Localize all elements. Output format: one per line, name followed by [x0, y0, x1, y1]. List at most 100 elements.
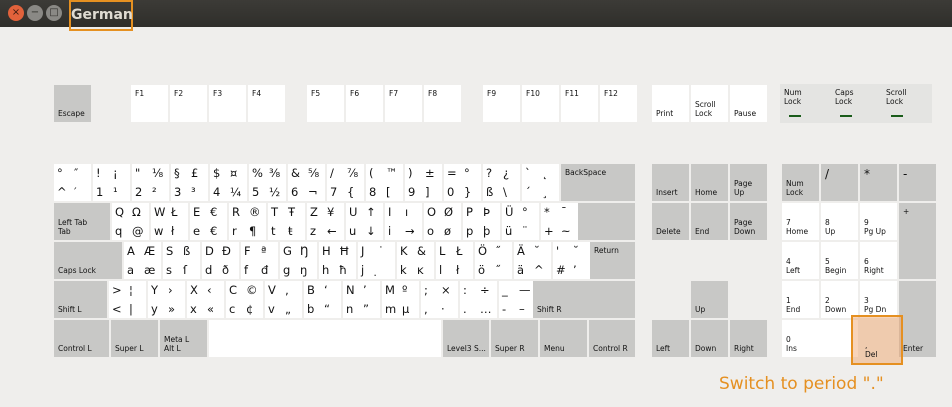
key-kp0[interactable]: 0 Ins [782, 320, 858, 357]
key-f11[interactable]: F11 [561, 85, 598, 122]
key-g[interactable]: GŊgŋ [280, 242, 317, 279]
key-0[interactable]: = ° 0} [444, 164, 481, 201]
key-kp-add[interactable]: + [899, 203, 936, 279]
key-kp3[interactable]: 3 Pg Dn [860, 281, 897, 318]
key-s[interactable]: Sßsſ [163, 242, 200, 279]
key-lt[interactable]: > ¦ < | [109, 281, 146, 318]
key-super-left[interactable]: Super L [111, 320, 158, 357]
key-caps-lock[interactable]: Caps Lock [54, 242, 122, 279]
key-kp7[interactable]: 7 Home [782, 203, 819, 240]
key-right[interactable]: Right [730, 320, 767, 357]
key-n[interactable]: N ’ n ” [343, 281, 380, 318]
key-t[interactable]: TŦtŧ [268, 203, 305, 240]
key-plus[interactable]: * ¯ + ~ [541, 203, 578, 240]
key-f5[interactable]: F5 [307, 85, 344, 122]
key-f12[interactable]: F12 [600, 85, 637, 122]
key-kp-multiply[interactable]: * [860, 164, 897, 201]
key-insert[interactable]: Insert [652, 164, 689, 201]
key-return[interactable]: Return [590, 242, 635, 279]
key-3[interactable]: § £3 ³ [171, 164, 208, 201]
key-backspace[interactable]: BackSpace [561, 164, 635, 201]
key-f6[interactable]: F6 [346, 85, 383, 122]
key-4[interactable]: $ ¤ 4 ¼ [210, 164, 247, 201]
key-kp-divide[interactable]: / [821, 164, 858, 201]
key-kp2[interactable]: 2 Down [821, 281, 858, 318]
key-8[interactable]: (™ 8 [ [366, 164, 403, 201]
key-up[interactable]: Up [691, 281, 728, 318]
key-menu[interactable]: Menu [540, 320, 587, 357]
key-a[interactable]: AÆaæ [124, 242, 161, 279]
key-left[interactable]: Left [652, 320, 689, 357]
key-l[interactable]: LŁlł [436, 242, 473, 279]
key-6[interactable]: & ⅝ 6 ¬ [288, 164, 325, 201]
key-p[interactable]: PÞpþ [463, 203, 500, 240]
key-home[interactable]: Home [691, 164, 728, 201]
key-down[interactable]: Down [691, 320, 728, 357]
key-kp-subtract[interactable]: - [899, 164, 936, 201]
key-kp5[interactable]: 5 Begin [821, 242, 858, 279]
key-control-right[interactable]: Control R [589, 320, 635, 357]
minimize-icon[interactable]: − [27, 5, 43, 21]
key-control-left[interactable]: Control L [54, 320, 109, 357]
key-pause[interactable]: Pause [730, 85, 767, 122]
key-j[interactable]: J˙j̣ [358, 242, 395, 279]
key-1[interactable]: ! ¡ 1 ¹ [93, 164, 130, 201]
key-kp-decimal-highlight[interactable]: , Del [851, 315, 903, 365]
key-super-right[interactable]: Super R [491, 320, 538, 357]
key-f1[interactable]: F1 [131, 85, 168, 122]
key-h[interactable]: HĦhħ [319, 242, 356, 279]
key-return-top[interactable] [578, 203, 635, 240]
key-oe[interactable]: Ö ˝ ö ˝ [475, 242, 512, 279]
key-q[interactable]: Q Ωq @ [112, 203, 149, 240]
key-k[interactable]: K & k ĸ [397, 242, 434, 279]
key-c[interactable]: C © c ¢ [226, 281, 263, 318]
key-ae[interactable]: Ä ˘ ä ^ [514, 242, 551, 279]
key-page-up[interactable]: Page Up [730, 164, 767, 201]
key-kp4[interactable]: 4 Left [782, 242, 819, 279]
key-kp-num-lock[interactable]: Num Lock [782, 164, 819, 201]
key-shift-right[interactable]: Shift R [533, 281, 635, 318]
key-y[interactable]: Y › y » [148, 281, 185, 318]
key-f3[interactable]: F3 [209, 85, 246, 122]
key-r[interactable]: R ® r ¶ [229, 203, 266, 240]
key-ue[interactable]: Ü ° ü ¨ [502, 203, 539, 240]
key-kp6[interactable]: 6 Right [860, 242, 897, 279]
key-5[interactable]: % ⅜ 5 ½ [249, 164, 286, 201]
key-d[interactable]: DÐdð [202, 242, 239, 279]
key-tab[interactable]: Left Tab Tab [54, 203, 110, 240]
key-period[interactable]: : ÷.… [460, 281, 497, 318]
key-kp9[interactable]: 9 Pg Up [860, 203, 897, 240]
key-acute[interactable]: ` ˛ ´ ¸ [522, 164, 559, 201]
key-kp-enter[interactable]: Enter [899, 281, 936, 357]
key-e[interactable]: E € e € [190, 203, 227, 240]
key-comma[interactable]: ; ×, · [421, 281, 458, 318]
key-f4[interactable]: F4 [248, 85, 285, 122]
key-v[interactable]: V ‚ v „ [265, 281, 302, 318]
key-u[interactable]: U ↑ u ↓ [346, 203, 383, 240]
maximize-icon[interactable]: □ [46, 5, 62, 21]
key-minus[interactable]: _ — - – [499, 281, 536, 318]
key-ss[interactable]: ? ¿ ß \ [483, 164, 520, 201]
key-f2[interactable]: F2 [170, 85, 207, 122]
key-escape[interactable]: Escape [54, 85, 91, 122]
key-end[interactable]: End [691, 203, 728, 240]
key-w[interactable]: WŁwł [151, 203, 188, 240]
key-m[interactable]: Mºmµ [382, 281, 419, 318]
key-b[interactable]: B ‘ b “ [304, 281, 341, 318]
key-level3[interactable]: Level3 S... [443, 320, 489, 357]
key-print[interactable]: Print [652, 85, 689, 122]
key-shift-left[interactable]: Shift L [54, 281, 107, 318]
key-f7[interactable]: F7 [385, 85, 422, 122]
key-i[interactable]: Iı i → [385, 203, 422, 240]
key-kp1[interactable]: 1 End [782, 281, 819, 318]
key-page-down[interactable]: Page Down [730, 203, 767, 240]
key-hash[interactable]: ' ˘ # ’ [553, 242, 590, 279]
key-x[interactable]: X ‹ x « [187, 281, 224, 318]
key-f8[interactable]: F8 [424, 85, 461, 122]
key-f[interactable]: Fªfđ [241, 242, 278, 279]
key-7[interactable]: / ⅞ 7 { [327, 164, 364, 201]
key-grave[interactable]: ° ″ ^ ′ [54, 164, 91, 201]
key-f10[interactable]: F10 [522, 85, 559, 122]
key-o[interactable]: OØoø [424, 203, 461, 240]
key-2[interactable]: " ⅛ 2 ² [132, 164, 169, 201]
